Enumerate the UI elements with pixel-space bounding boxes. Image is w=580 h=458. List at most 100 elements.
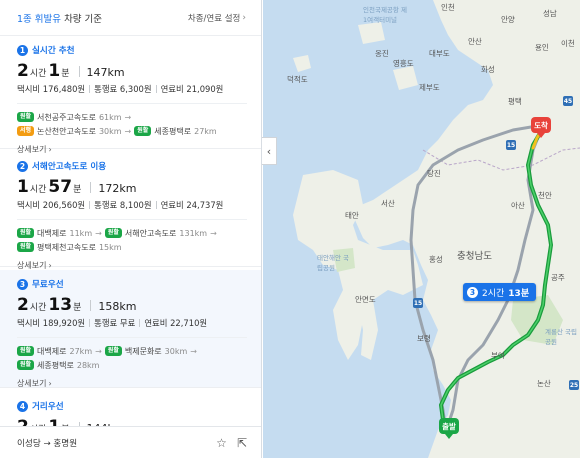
- map-label-anmyeondo: 안면도: [355, 295, 376, 304]
- detail-label: 상세보기: [17, 260, 47, 270]
- vehicle-type[interactable]: 1종 휘발유: [17, 14, 61, 25]
- road-length: 27km: [69, 346, 93, 356]
- route-title: 3 무료우선: [17, 278, 247, 290]
- start-label: 출발: [442, 421, 456, 431]
- route-detail-link[interactable]: 상세보기 ›: [17, 372, 247, 394]
- taxi-fare: 택시비 189,920원: [17, 318, 86, 328]
- land-island-small: [393, 66, 418, 90]
- toll-fare: 통행료 무료: [94, 318, 136, 328]
- chevron-right-icon: ›: [48, 260, 52, 270]
- divider: [139, 319, 141, 327]
- highway-shield: 15: [506, 140, 516, 150]
- map-canvas: [293, 0, 580, 458]
- map-label-yongin: 용인: [535, 43, 549, 52]
- divider: [90, 181, 92, 193]
- destination-pin[interactable]: 도착: [531, 117, 551, 138]
- arrow-right-icon: →: [124, 112, 132, 122]
- road-segment-line: 서행 논산천안고속도로 30km → 원활 세종평택로 27km: [17, 124, 247, 138]
- traffic-badge: 원활: [17, 112, 35, 122]
- map-label-gyeryongsan: 계룡산 국립공원: [545, 328, 577, 346]
- route-costs: 택시비 176,480원 통행료 6,300원 연료비 21,090원: [17, 83, 247, 95]
- map-label-ongjin: 옹진: [375, 49, 389, 58]
- map-label-anyang: 안양: [501, 15, 515, 24]
- road-name: 세종평택로: [154, 126, 192, 136]
- map-label-taean-park: 태안해안 국립공원: [317, 254, 349, 272]
- road-segment-line: 원활 대백제로 27km → 원활 백제문화로 30km →: [17, 344, 247, 358]
- toll-fare: 통행료 8,100원: [94, 200, 152, 210]
- highway-shield: 45: [563, 96, 573, 106]
- road-name: 백제문화로: [124, 346, 162, 356]
- map-view[interactable]: 인천 안양 성남 안산 용인 이천 화성 평택 당진 태안 서산 아산 천안 홍…: [263, 0, 580, 458]
- route-option-2[interactable]: 2 서해안고속도로 이용 1 시간 57 분 172km 택시비 206,560…: [0, 152, 261, 270]
- route-option-1[interactable]: 1 실시간 추천 2 시간 1 분 147km 택시비 176,480원 통행료…: [0, 36, 261, 154]
- arrow-right-icon: →: [124, 126, 132, 136]
- map-label-buyeo: 부여: [491, 351, 505, 360]
- destination-label: 도착: [534, 120, 548, 130]
- map-label-incheon: 인천: [441, 3, 455, 12]
- hours-unit: 시간: [29, 69, 47, 79]
- road-name: 평택제천고속도로: [37, 242, 96, 252]
- share-icon[interactable]: ⇱: [237, 436, 247, 450]
- road-length: 11km: [69, 228, 93, 238]
- map-label-jebudo: 제부도: [419, 83, 440, 92]
- duration-minutes: 57: [48, 177, 73, 197]
- map-label-hongseong: 홍성: [429, 255, 443, 264]
- route-distance: 158km: [98, 300, 137, 313]
- start-pin[interactable]: 출발: [439, 418, 459, 439]
- arrow-right-icon: →: [210, 228, 217, 238]
- vehicle-settings-button[interactable]: 차종/연료 설정 ›: [188, 12, 246, 24]
- route-duration: 2 시간 13 분 158km: [17, 295, 247, 315]
- highway-shield: 25: [569, 380, 579, 390]
- map-label-chungnam: 충청남도: [457, 251, 492, 262]
- road-segment-line: 원활 세종평택로 28km: [17, 358, 247, 372]
- traffic-badge: 원활: [17, 346, 35, 356]
- route-duration: 2 시간 1 분 147km: [17, 61, 247, 81]
- road-segment-line: 원활 평택제천고속도로 15km: [17, 240, 247, 254]
- route-title: 4 거리우선: [17, 400, 247, 412]
- route-number-badge: 3: [17, 278, 28, 290]
- map-label-gongju: 공주: [551, 273, 565, 282]
- route-duration: 1 시간 57 분 172km: [17, 177, 247, 197]
- footer-actions: ☆ ⇱: [216, 436, 247, 450]
- duration-hours: 2: [17, 295, 29, 315]
- map-label-yeongheungdo: 영흥도: [393, 59, 414, 68]
- map-label-dangjin: 당진: [427, 169, 441, 178]
- map-label-incheon-airport: 인천국제공항 제1여객터미널: [363, 6, 407, 24]
- selected-route-tag[interactable]: 3 2시간 13분: [463, 283, 537, 301]
- chevron-left-icon: ‹: [266, 144, 272, 158]
- map-label-asan: 아산: [511, 201, 525, 210]
- route-distance: 172km: [98, 182, 137, 195]
- land-mainland: [355, 0, 580, 458]
- divider: [17, 337, 247, 338]
- toll-fare: 통행료 6,300원: [94, 84, 152, 94]
- route-tag-minutes: 13분: [508, 288, 530, 299]
- fuel-cost: 연료비 22,710원: [144, 318, 208, 328]
- map-label-pyeongtaek: 평택: [508, 97, 522, 106]
- map-label-daebudo: 대부도: [429, 49, 450, 58]
- route-number-badge: 4: [17, 400, 28, 412]
- map-label-taean: 태안: [345, 211, 359, 220]
- traffic-badge: 원활: [134, 126, 152, 136]
- highway-shield: 15: [413, 298, 423, 308]
- arrow-right-icon: →: [95, 346, 102, 356]
- divider: [89, 201, 91, 209]
- hours-unit: 시간: [29, 185, 47, 195]
- route-option-3[interactable]: 3 무료우선 2 시간 13 분 158km 택시비 189,920원 통행료 …: [0, 270, 261, 388]
- route-title-label: 무료우선: [32, 280, 64, 290]
- route-title: 2 서해안고속도로 이용: [17, 160, 247, 172]
- route-title-label: 서해안고속도로 이용: [32, 162, 107, 172]
- panel-header: 1종 휘발유 차량 기준 차종/연료 설정 ›: [0, 0, 261, 36]
- map-label-hwaseong: 화성: [481, 65, 495, 74]
- map-label-deokjeokdo: 덕적도: [287, 75, 308, 84]
- road-length: 28km: [76, 360, 100, 370]
- vehicle-settings-label: 차종/연료 설정: [187, 13, 241, 24]
- road-name: 대백제로: [37, 346, 67, 356]
- divider: [155, 201, 157, 209]
- divider: [90, 299, 92, 311]
- duration-minutes: 1: [48, 61, 61, 81]
- duration-hours: 2: [17, 61, 29, 81]
- map-label-cheonan: 천안: [538, 191, 552, 200]
- star-icon[interactable]: ☆: [216, 436, 227, 450]
- route-number-badge: 3: [467, 286, 478, 298]
- panel-collapse-button[interactable]: ‹: [262, 137, 277, 165]
